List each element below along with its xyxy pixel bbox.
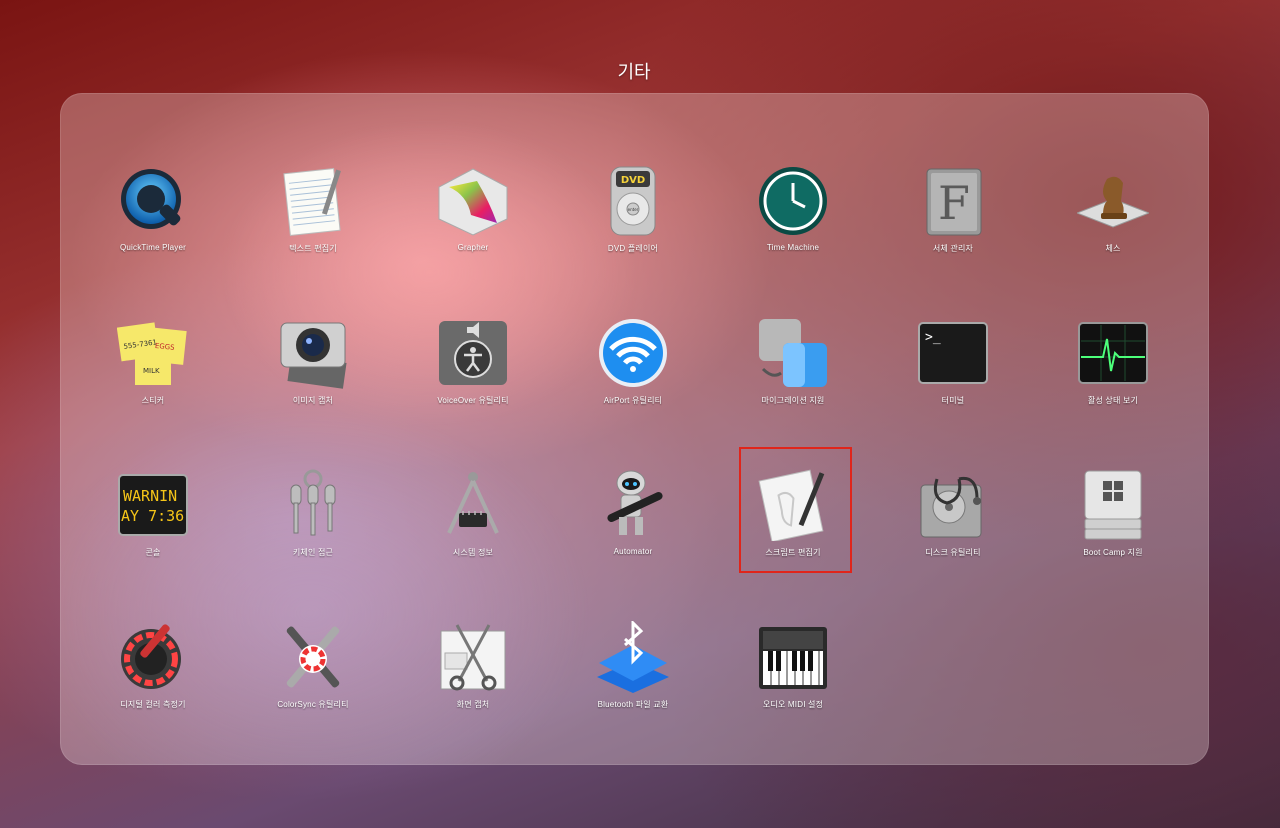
- app-label: ColorSync 유틸리티: [277, 700, 349, 709]
- system-info-icon: [437, 469, 509, 541]
- app-time-machine[interactable]: Time Machine: [718, 165, 868, 285]
- selection-highlight: [739, 447, 852, 573]
- app-label: 시스템 정보: [452, 548, 494, 557]
- app-label: AirPort 유틸리티: [603, 396, 663, 405]
- app-label: 콘솔: [145, 548, 161, 557]
- bluetooth-icon: [597, 621, 669, 693]
- app-quicktime-player[interactable]: QuickTime Player: [78, 165, 228, 285]
- app-label: 체스: [1105, 244, 1121, 253]
- time-machine-icon: [757, 165, 829, 237]
- keychain-icon: [277, 469, 349, 541]
- console-line-2: AY 7:36: [121, 507, 184, 525]
- app-digital-color-meter[interactable]: 디지털 컬러 측정기: [78, 621, 228, 741]
- app-label: 이미지 캡처: [292, 396, 334, 405]
- quicktime-icon: [117, 165, 189, 237]
- app-migration-assistant[interactable]: 마이그레이션 지원: [718, 317, 868, 437]
- app-label: VoiceOver 유틸리티: [437, 396, 509, 405]
- app-label: 오디오 MIDI 설정: [762, 700, 824, 709]
- app-label: QuickTime Player: [119, 243, 187, 252]
- app-label: 마이그레이션 지원: [761, 396, 825, 405]
- app-font-book[interactable]: F 서체 관리자: [878, 165, 1028, 285]
- activity-monitor-icon: [1077, 317, 1149, 389]
- grapher-icon: [437, 165, 509, 237]
- voiceover-icon: [437, 317, 509, 389]
- automator-icon: [597, 469, 669, 541]
- app-label: 활성 상태 보기: [1087, 396, 1139, 405]
- app-console[interactable]: WARNIN AY 7:36 콘솔: [78, 469, 228, 589]
- chess-icon: [1077, 165, 1149, 237]
- app-label: 디스크 유틸리티: [925, 548, 981, 557]
- app-airport-utility[interactable]: AirPort 유틸리티: [558, 317, 708, 437]
- midi-icon: [757, 621, 829, 693]
- console-line-1: WARNIN: [123, 487, 177, 505]
- app-label: Automator: [613, 547, 653, 556]
- colorsync-icon: [277, 621, 349, 693]
- color-meter-icon: [117, 621, 189, 693]
- terminal-icon: >_: [917, 317, 989, 389]
- font-letter: F: [938, 176, 970, 230]
- app-label: 키체인 접근: [292, 548, 334, 557]
- textedit-icon: [277, 165, 349, 237]
- app-automator[interactable]: Automator: [558, 469, 708, 589]
- app-dvd-player[interactable]: DVD enter DVD 플레이어: [558, 165, 708, 285]
- app-audio-midi-setup[interactable]: 오디오 MIDI 설정: [718, 621, 868, 741]
- app-textedit[interactable]: 텍스트 편집기: [238, 165, 388, 285]
- app-label: Time Machine: [766, 243, 820, 252]
- app-label: 서체 관리자: [932, 244, 974, 253]
- airport-icon: [597, 317, 669, 389]
- app-colorsync-utility[interactable]: ColorSync 유틸리티: [238, 621, 388, 741]
- disk-utility-icon: [917, 469, 989, 541]
- app-stickies[interactable]: 555-7361 EGGS MILK 스티커: [78, 317, 228, 437]
- app-disk-utility[interactable]: 디스크 유틸리티: [878, 469, 1028, 589]
- app-grapher[interactable]: Grapher: [398, 165, 548, 285]
- app-label: Bluetooth 파일 교환: [597, 700, 669, 709]
- stickies-icon: 555-7361 EGGS MILK: [117, 317, 189, 389]
- folder-title[interactable]: 기타: [0, 58, 1268, 84]
- sticky-text-3: MILK: [143, 367, 160, 375]
- app-label: Boot Camp 지원: [1083, 548, 1143, 557]
- dvd-player-icon: DVD enter: [597, 165, 669, 237]
- dvd-text: DVD: [621, 175, 645, 186]
- app-label: 터미널: [941, 396, 965, 405]
- screenshot-icon: [437, 621, 509, 693]
- app-label: DVD 플레이어: [607, 244, 659, 253]
- terminal-prompt: >_: [925, 330, 941, 345]
- image-capture-icon: [277, 317, 349, 389]
- app-system-information[interactable]: 시스템 정보: [398, 469, 548, 589]
- app-label: 스티커: [141, 396, 165, 405]
- migration-icon: [757, 317, 829, 389]
- console-icon: WARNIN AY 7:36: [117, 469, 189, 541]
- app-activity-monitor[interactable]: 활성 상태 보기: [1038, 317, 1188, 437]
- app-label: 화면 캡처: [456, 700, 490, 709]
- font-book-icon: F: [917, 165, 989, 237]
- app-label: 디지털 컬러 측정기: [120, 700, 186, 709]
- app-image-capture[interactable]: 이미지 캡처: [238, 317, 388, 437]
- dvd-enter-text: enter: [628, 207, 639, 212]
- bootcamp-icon: [1077, 469, 1149, 541]
- app-terminal[interactable]: >_ 터미널: [878, 317, 1028, 437]
- app-bluetooth-file-exchange[interactable]: Bluetooth 파일 교환: [558, 621, 708, 741]
- app-label: Grapher: [457, 243, 489, 252]
- app-label: 텍스트 편집기: [289, 244, 337, 253]
- app-screenshot[interactable]: 화면 캡처: [398, 621, 548, 741]
- app-keychain-access[interactable]: 키체인 접근: [238, 469, 388, 589]
- app-chess[interactable]: 체스: [1038, 165, 1188, 285]
- app-boot-camp[interactable]: Boot Camp 지원: [1038, 469, 1188, 589]
- app-voiceover[interactable]: VoiceOver 유틸리티: [398, 317, 548, 437]
